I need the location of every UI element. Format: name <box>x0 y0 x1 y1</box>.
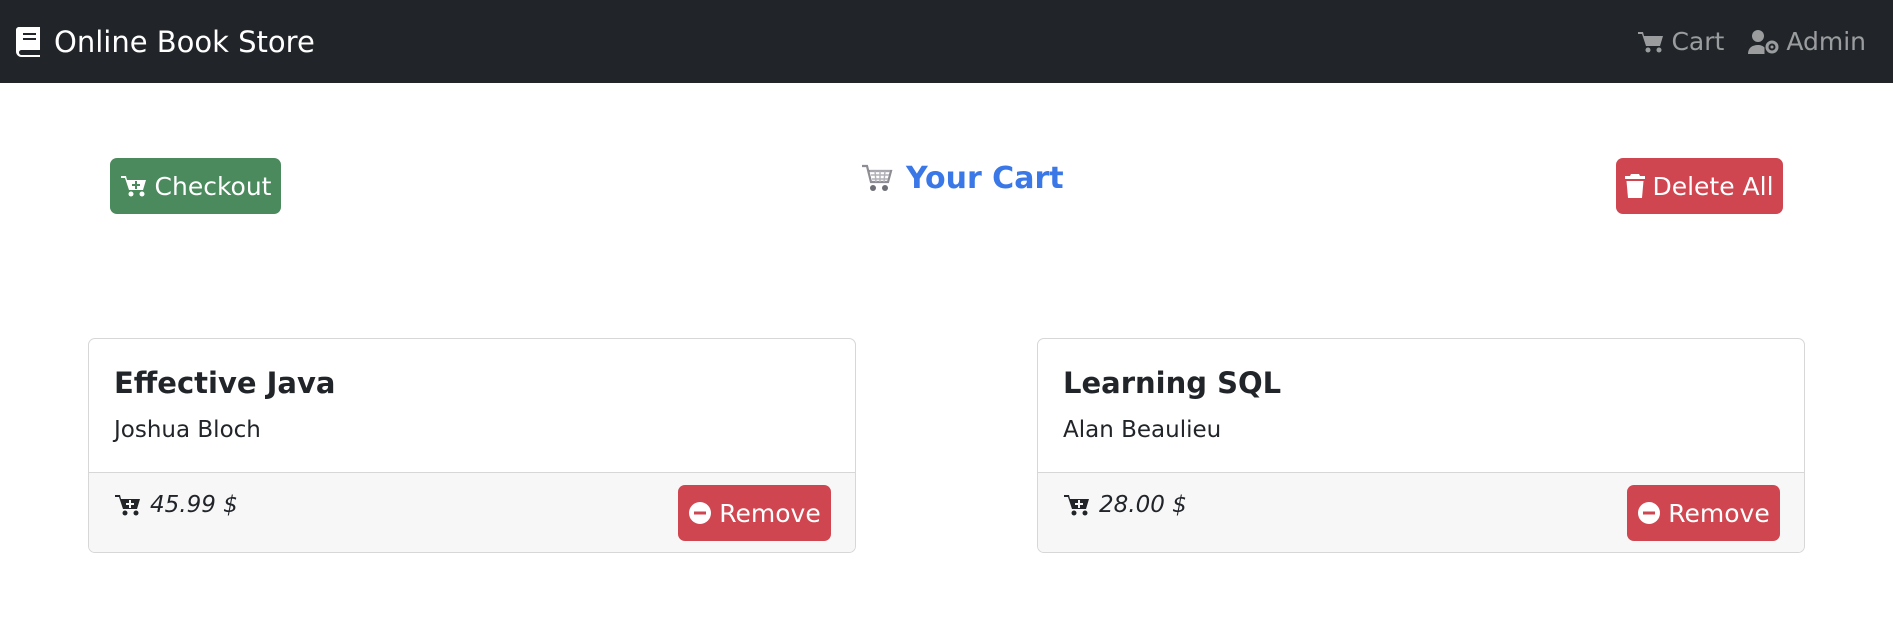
remove-label: Remove <box>719 498 821 528</box>
delete-all-button[interactable]: Delete All <box>1616 158 1783 214</box>
page-title-text: Your Cart <box>906 160 1064 196</box>
cart-plus-icon <box>115 495 140 516</box>
card-footer: 45.99 $ Remove <box>89 472 855 552</box>
nav-cart-label: Cart <box>1671 27 1725 56</box>
nav-admin-label: Admin <box>1786 27 1866 56</box>
brand-link[interactable]: Online Book Store <box>15 25 315 59</box>
trash-icon <box>1625 174 1646 198</box>
book-title: Effective Java <box>114 366 336 400</box>
card-footer: 28.00 $ Remove <box>1038 472 1804 552</box>
brand-text: Online Book Store <box>54 24 315 59</box>
cart-plus-icon <box>120 176 146 197</box>
cart-icon <box>1638 31 1664 52</box>
minus-circle-icon <box>689 502 712 524</box>
book-author: Joshua Bloch <box>114 417 261 443</box>
price-value: 28.00 $ <box>1099 492 1187 518</box>
nav-right: Cart Admin <box>1613 27 1866 56</box>
card-body: Effective Java Joshua Bloch <box>89 339 855 472</box>
page-title: Your Cart <box>860 160 1064 196</box>
nav-admin-link[interactable]: Admin <box>1748 27 1866 56</box>
minus-circle-icon <box>1638 502 1661 524</box>
cart-plus-icon <box>1064 495 1089 516</box>
book-price: 45.99 $ <box>114 492 238 518</box>
book-price: 28.00 $ <box>1063 492 1187 518</box>
nav-cart-link[interactable]: Cart <box>1637 27 1724 56</box>
remove-label: Remove <box>1668 498 1770 528</box>
card-body: Learning SQL Alan Beaulieu <box>1038 339 1804 472</box>
shopping-cart-icon <box>862 164 893 191</box>
checkout-button[interactable]: Checkout <box>110 158 281 214</box>
delete-all-label: Delete All <box>1652 171 1774 201</box>
cart-item-card: Effective Java Joshua Bloch 45.99 $ Remo… <box>88 338 856 553</box>
price-value: 45.99 $ <box>150 492 238 518</box>
book-title: Learning SQL <box>1063 366 1282 400</box>
cart-item-card: Learning SQL Alan Beaulieu 28.00 $ Remov… <box>1037 338 1805 553</box>
top-navbar: Online Book Store Cart Admin <box>0 0 1893 83</box>
remove-button[interactable]: Remove <box>678 485 831 541</box>
book-icon <box>16 27 40 57</box>
remove-button[interactable]: Remove <box>1627 485 1780 541</box>
checkout-label: Checkout <box>154 171 272 201</box>
book-author: Alan Beaulieu <box>1063 417 1222 443</box>
user-gear-icon <box>1748 29 1779 54</box>
